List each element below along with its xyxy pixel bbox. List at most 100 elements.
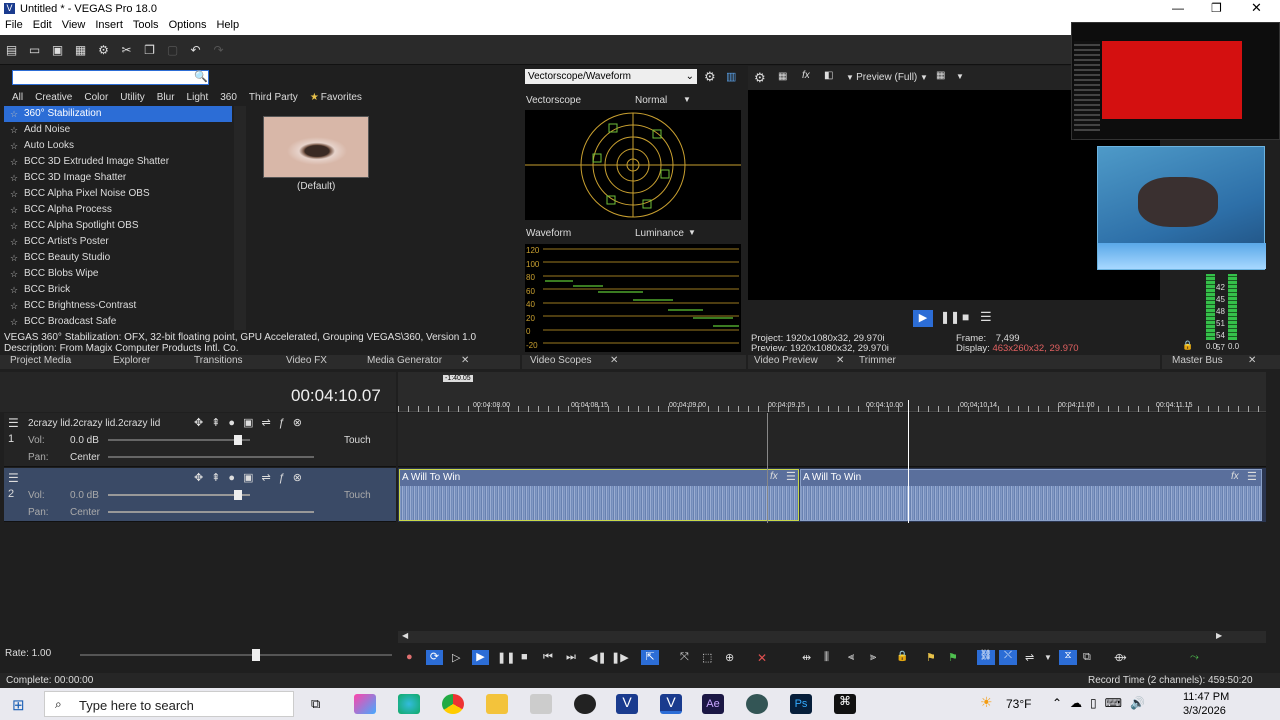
fx-category-third-party[interactable]: Third Party <box>249 92 298 103</box>
fx-search-input[interactable] <box>12 70 209 85</box>
settings-icon[interactable]: ⚙ <box>704 69 716 85</box>
scope-selector[interactable]: Vectorscope/Waveform ⌄ <box>525 69 697 84</box>
tab-video-fx[interactable]: Video FX <box>286 355 327 366</box>
region-icon[interactable]: ⚑ <box>948 651 958 664</box>
pause-button[interactable]: ❚❚ <box>940 310 960 324</box>
timeline-scrollbar[interactable]: ◀ ▶ <box>398 631 1266 643</box>
chevron-down-icon[interactable]: ▼ <box>956 72 964 81</box>
slider-thumb[interactable] <box>234 490 242 500</box>
trim-icon[interactable]: ⇹ <box>802 651 811 664</box>
vectorscope-mode[interactable]: Normal <box>635 95 667 106</box>
pan-slider[interactable] <box>108 511 314 513</box>
new-icon[interactable]: ▤ <box>0 35 23 65</box>
close-icon[interactable]: ✕ <box>610 355 618 366</box>
play-button[interactable]: ▶ <box>472 650 489 665</box>
track-menu-icon[interactable]: ☰ <box>8 471 19 485</box>
list-item[interactable]: BCC Beauty Studio <box>4 250 232 266</box>
tab-transitions[interactable]: Transitions <box>194 355 243 366</box>
file-explorer-icon[interactable] <box>486 694 508 714</box>
chevron-down-icon[interactable]: ▼ <box>683 95 691 104</box>
selection-tool-icon[interactable]: ⬚ <box>702 651 712 664</box>
normal-edit-tool-icon[interactable]: ⇱ <box>641 650 659 665</box>
menu-insert[interactable]: Insert <box>90 18 128 32</box>
track-menu-icon[interactable]: ☰ <box>8 416 19 430</box>
list-item[interactable]: BCC 3D Extruded Image Shatter <box>4 154 232 170</box>
list-item[interactable]: Add Noise <box>4 122 232 138</box>
fx-preset-thumbnail[interactable] <box>263 116 369 178</box>
clip-menu-icon[interactable]: ☰ <box>786 470 796 483</box>
clock-time[interactable]: 11:47 PM <box>1183 691 1229 703</box>
search-icon[interactable]: 🔍 <box>194 70 208 83</box>
list-item[interactable]: BCC Brick <box>4 282 232 298</box>
list-item[interactable]: BCC Brightness-Contrast <box>4 298 232 314</box>
chevron-right-icon[interactable]: ▶ <box>1216 631 1222 640</box>
ignore-grouping-icon[interactable]: ⤳ <box>1190 651 1199 664</box>
auto-ripple-icon[interactable]: ⛓ <box>977 650 995 665</box>
list-item[interactable]: BCC Alpha Process <box>4 202 232 218</box>
clip-fx-icon[interactable]: fx <box>1231 471 1239 482</box>
track-header-2[interactable]: ☰ 2 ✥⇞●▣⇌ƒ⊗ Vol: 0.0 dB Touch Pan: Cente… <box>4 468 396 522</box>
play-from-start-icon[interactable]: ▷ <box>452 651 460 664</box>
vegas-taskbar-icon[interactable]: V <box>616 694 638 714</box>
save-as-icon[interactable]: ▦ <box>69 35 92 65</box>
zoom-tool-icon[interactable]: ⊕ <box>725 651 734 664</box>
stop-button[interactable]: ■ <box>521 651 528 663</box>
close-icon[interactable]: ✕ <box>836 355 844 366</box>
snapping-icon[interactable]: ⤬ <box>999 650 1017 665</box>
fx-category-light[interactable]: Light <box>187 92 209 103</box>
menu-view[interactable]: View <box>57 18 91 32</box>
tab-trimmer[interactable]: Trimmer <box>859 355 896 366</box>
menu-icon[interactable]: ☰ <box>980 309 992 325</box>
pan-slider[interactable] <box>108 456 314 458</box>
chevron-down-icon[interactable]: ▼ <box>688 228 696 237</box>
store-icon[interactable] <box>530 694 552 714</box>
list-item[interactable]: Auto Looks <box>4 138 232 154</box>
list-item[interactable]: BCC Artist's Poster <box>4 234 232 250</box>
track-lane-1[interactable] <box>398 413 1266 467</box>
auto-crossfade-icon[interactable]: ⧖ <box>1059 650 1077 665</box>
menu-options[interactable]: Options <box>164 18 212 32</box>
fx-list-scrollbar[interactable] <box>234 106 246 330</box>
external-monitor-icon[interactable]: ▦ <box>778 71 787 82</box>
open-icon[interactable]: ▭ <box>23 35 46 65</box>
fx-icon[interactable]: fx <box>802 70 810 81</box>
record-icon[interactable]: ● <box>406 651 413 663</box>
fx-category-color[interactable]: Color <box>84 92 108 103</box>
overlays-icon[interactable]: ▦ <box>936 70 945 81</box>
list-item[interactable]: BCC Blobs Wipe <box>4 266 232 282</box>
volume-slider[interactable] <box>108 435 250 445</box>
taskbar-search-box[interactable]: ⌕ Type here to search <box>44 691 294 717</box>
after-effects-icon[interactable]: Ae <box>702 694 724 714</box>
slider-thumb[interactable] <box>252 649 260 661</box>
settings-icon[interactable]: ⚙ <box>754 70 766 86</box>
tab-media-generator[interactable]: Media Generator <box>367 355 442 366</box>
clip-menu-icon[interactable]: ☰ <box>1247 470 1257 483</box>
split-icon[interactable]: ⫼ <box>824 651 829 664</box>
touch-mode[interactable]: Touch <box>344 435 371 446</box>
copilot-icon[interactable] <box>354 694 376 714</box>
lock-icon[interactable]: 🔒 <box>896 651 908 662</box>
fx-category-creative[interactable]: Creative <box>35 92 72 103</box>
chrome-icon[interactable] <box>442 694 464 714</box>
menu-tools[interactable]: Tools <box>128 18 164 32</box>
list-item[interactable]: BCC 3D Image Shatter <box>4 170 232 186</box>
redo-icon[interactable]: ↷ <box>207 35 230 65</box>
app-icon[interactable] <box>574 694 596 714</box>
trim-start-icon[interactable]: ⫷ <box>848 651 854 664</box>
loop-button[interactable]: ⟳ <box>426 650 443 665</box>
lock-icon[interactable]: 🔒 <box>1182 340 1193 351</box>
vegas-active-taskbar-icon[interactable]: V <box>660 694 682 714</box>
slider-thumb[interactable] <box>234 435 242 445</box>
rate-slider[interactable] <box>80 649 392 661</box>
maximize-icon[interactable]: ❐ <box>1211 1 1222 15</box>
event-grouping-icon[interactable]: ⧉ <box>1083 651 1091 664</box>
app-icon[interactable] <box>746 694 768 714</box>
list-item[interactable]: BCC Broadcast Safe <box>4 314 232 330</box>
capcut-icon[interactable]: ⌘ <box>834 694 856 714</box>
tray-icons[interactable]: ⌃☁▯⌨🔊 <box>1052 696 1153 710</box>
copy-icon[interactable]: ❐ <box>138 35 161 65</box>
timeline-ruler[interactable]: -1:40.05 00:04:08.00 00:04:08.15 00:04:0… <box>398 372 1266 412</box>
split-screen-icon[interactable]: ◧ <box>824 70 833 81</box>
track-controls[interactable]: ✥⇞●▣⇌ƒ⊗ <box>194 471 310 484</box>
list-item[interactable]: BCC Alpha Pixel Noise OBS <box>4 186 232 202</box>
